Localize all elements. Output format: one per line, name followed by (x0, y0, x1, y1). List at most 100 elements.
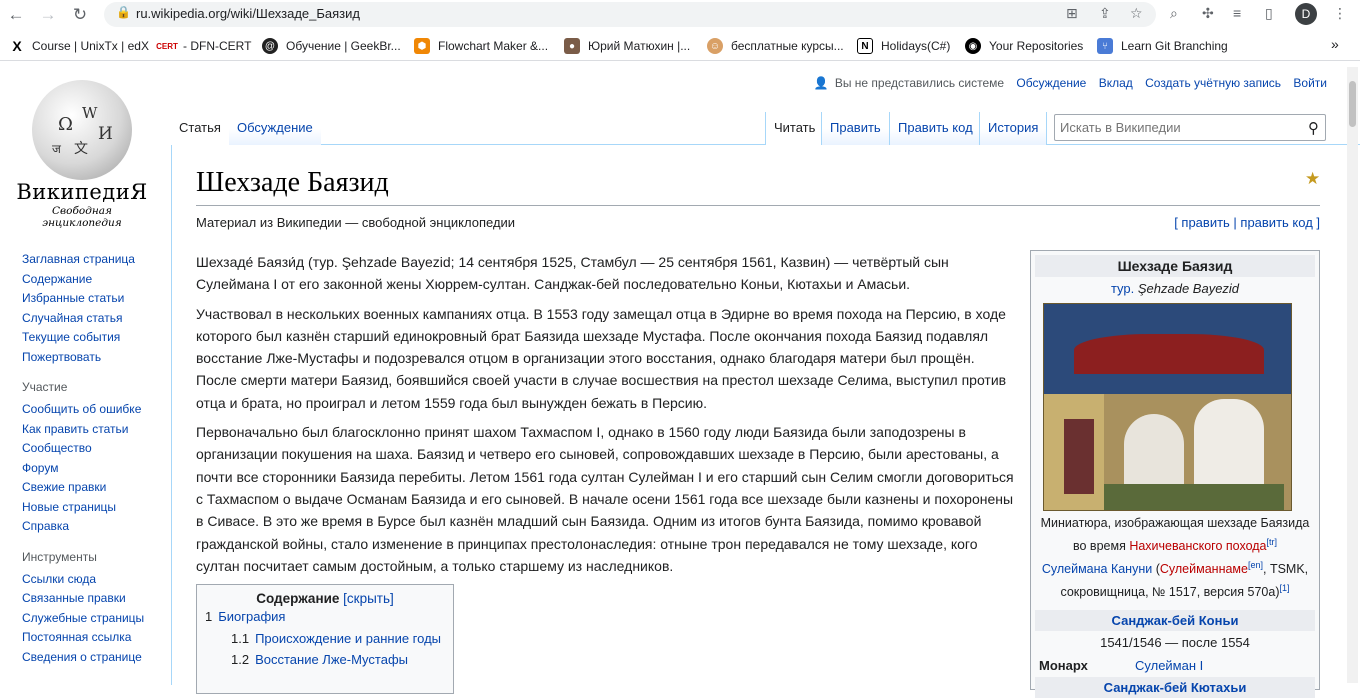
side-panel-icon[interactable]: ▯ (1265, 5, 1273, 22)
reading-list-icon[interactable]: ≡ (1233, 5, 1241, 21)
not-logged-in-text: Вы не представились системе (834, 76, 1005, 90)
menu-kebab-icon[interactable]: ⋮ (1333, 5, 1347, 22)
bookmark-item[interactable]: Flowchart Maker &... (438, 39, 548, 53)
back-icon[interactable]: ← (4, 3, 28, 27)
personal-tools: 👤 Вы не представились системе Обсуждение… (805, 76, 1327, 90)
intro-paragraph-1: Шехзаде́ Баязи́д (тур. Şehzade Bayezid; … (196, 254, 949, 293)
sidebar-item-permanent-link[interactable]: Постоянная ссылка (22, 628, 162, 648)
toc-item[interactable]: 1.1 Происхождение и ранние годы (205, 628, 445, 650)
sidebar-item-current-events[interactable]: Текущие события (22, 328, 162, 348)
profile-avatar[interactable]: D (1295, 3, 1317, 25)
featured-star-icon[interactable]: ★ (1305, 169, 1320, 189)
share-icon[interactable]: ⇪ (1099, 5, 1111, 22)
sidebar-item-related-changes[interactable]: Связанные правки (22, 589, 162, 609)
tab-edit-code[interactable]: Править код (889, 112, 981, 145)
turkish-name: Şehzade Bayezid (1137, 281, 1240, 296)
sidebar-item-random[interactable]: Случайная статья (22, 309, 162, 329)
sidebar-item-forum[interactable]: Форум (22, 459, 162, 479)
user-talk-link[interactable]: Обсуждение (1016, 76, 1086, 90)
tab-history[interactable]: История (979, 112, 1048, 145)
toc-link[interactable]: Биография (218, 609, 285, 624)
infobox-section-kutahya: Санджак-бей Кютахьи (1035, 677, 1315, 698)
caption-sup[interactable]: [tr] (1267, 537, 1278, 547)
bookmark-item[interactable]: - DFN-CERT (183, 39, 251, 53)
sidebar-item-recent-changes[interactable]: Свежие правки (22, 478, 162, 498)
search-input[interactable] (1055, 115, 1295, 140)
extension-search-icon[interactable]: ⌕ (1170, 5, 1178, 22)
bookmark-item[interactable]: Your Repositories (989, 39, 1083, 53)
sidebar-item-what-links-here[interactable]: Ссылки сюда (22, 570, 162, 590)
notion-icon: N (857, 38, 873, 54)
bookmark-item[interactable]: Holidays(C#) (881, 39, 950, 53)
sidebar-item-featured[interactable]: Избранные статьи (22, 289, 162, 309)
konya-link[interactable]: Санджак-бей Коньи (1112, 613, 1239, 628)
toc-item[interactable]: 1.2 Восстание Лже-Мустафы (205, 649, 445, 671)
lock-icon[interactable]: 🔒 (116, 5, 131, 19)
scrollbar-thumb[interactable] (1349, 81, 1356, 127)
more-bookmarks-icon[interactable]: » (1331, 36, 1339, 52)
toc-number: 1 (205, 609, 213, 624)
create-account-link[interactable]: Создать учётную запись (1145, 76, 1281, 90)
login-link[interactable]: Войти (1293, 76, 1327, 90)
bookmark-item[interactable]: Course | UnixTx | edX (32, 39, 149, 53)
section-edit-links[interactable]: [ править | править код ] (1174, 215, 1320, 230)
tab-edit[interactable]: Править (821, 112, 889, 145)
translate-icon[interactable]: ⊞ (1066, 5, 1078, 22)
sidebar: Заглавная страница Содержание Избранные … (22, 250, 162, 680)
search-icon[interactable]: ⚲ (1308, 119, 1319, 137)
toc-link[interactable]: Происхождение и ранние годы (255, 631, 441, 646)
sidebar-heading: Инструменты (22, 549, 97, 564)
puzzle-globe-icon: Ω W И 文 ज (32, 80, 132, 180)
sidebar-item-community[interactable]: Сообщество (22, 439, 162, 459)
sidebar-item-contents[interactable]: Содержание (22, 270, 162, 290)
sidebar-participation: Участие Сообщить об ошибке Как править с… (22, 380, 162, 537)
sidebar-item-donate[interactable]: Пожертвовать (22, 348, 162, 368)
user-contributions-link[interactable]: Вклад (1099, 76, 1133, 90)
bookmark-item[interactable]: Learn Git Branching (1121, 39, 1228, 53)
infobox-row-monarch: Монарх Сулейман I (1035, 654, 1315, 677)
infobox-title: Шехзаде Баязид (1035, 255, 1315, 277)
turkish-lang-link[interactable]: тур. (1111, 281, 1134, 296)
infobox-section-konya: Санджак-бей Коньи (1035, 610, 1315, 632)
sidebar-item-page-info[interactable]: Сведения о странице (22, 648, 162, 668)
sidebar-tools: Инструменты Ссылки сюда Связанные правки… (22, 550, 162, 668)
reload-icon[interactable]: ↻ (68, 3, 92, 27)
wikipedia-logo[interactable]: Ω W И 文 ज ВикипедиЯ Свободная энциклопед… (16, 80, 148, 229)
tab-article[interactable]: Статья (171, 112, 229, 145)
url-text[interactable]: ru.wikipedia.org/wiki/Шехзаде_Баязид (136, 6, 360, 21)
caption-sup[interactable]: [en] (1248, 560, 1263, 570)
bookmark-item[interactable]: Обучение | GeekBr... (286, 39, 401, 53)
caption-link-suleymanname[interactable]: Сулейманнаме (1160, 562, 1248, 576)
bookmark-star-icon[interactable]: ☆ (1130, 5, 1143, 22)
extensions-icon[interactable]: ✣ (1202, 5, 1214, 22)
bookmark-item[interactable]: Юрий Матюхин |... (588, 39, 690, 53)
browser-toolbar: ← → ↻ 🔒 ru.wikipedia.org/wiki/Шехзаде_Ба… (0, 0, 1360, 30)
sidebar-item-help[interactable]: Справка (22, 517, 162, 537)
caption-link-suleiman[interactable]: Сулеймана Кануни (1042, 562, 1152, 576)
caption-link-campaign[interactable]: Нахичеванского похода (1129, 539, 1266, 553)
monarch-link[interactable]: Сулейман I (1135, 658, 1203, 673)
tab-read[interactable]: Читать (765, 112, 824, 145)
caption-sup[interactable]: [1] (1280, 583, 1290, 593)
sidebar-item-new-pages[interactable]: Новые страницы (22, 498, 162, 518)
scrollbar-track[interactable] (1347, 67, 1358, 683)
sidebar-item-main-page[interactable]: Заглавная страница (22, 250, 162, 270)
bookmarks-bar: X Course | UnixTx | edX CERT - DFN-CERT … (0, 31, 1360, 61)
sidebar-item-report-error[interactable]: Сообщить об ошибке (22, 400, 162, 420)
page-title: Шехзаде Баязид (196, 167, 389, 198)
image-carpet (1104, 484, 1284, 510)
sidebar-item-how-to-edit[interactable]: Как править статьи (22, 420, 162, 440)
toc-item[interactable]: 1 Биография (205, 606, 445, 628)
article-content: Шехзаде Баязид ★ Материал из Википедии —… (171, 145, 1360, 698)
toc-toggle[interactable]: [скрыть] (343, 591, 394, 606)
forward-icon[interactable]: → (36, 3, 60, 27)
user-icon: 👤 (813, 76, 829, 90)
tab-discussion[interactable]: Обсуждение (229, 112, 321, 145)
git-branching-icon: ⑂ (1097, 38, 1113, 54)
table-of-contents: Содержание [скрыть] 1 Биография 1.1 Происх… (196, 584, 454, 694)
image-figure-right (1194, 399, 1264, 494)
bookmark-item[interactable]: бесплатные курсы... (731, 39, 844, 53)
miniature-image[interactable] (1043, 303, 1292, 511)
sidebar-item-special-pages[interactable]: Служебные страницы (22, 609, 162, 629)
toc-link[interactable]: Восстание Лже-Мустафы (255, 652, 408, 667)
